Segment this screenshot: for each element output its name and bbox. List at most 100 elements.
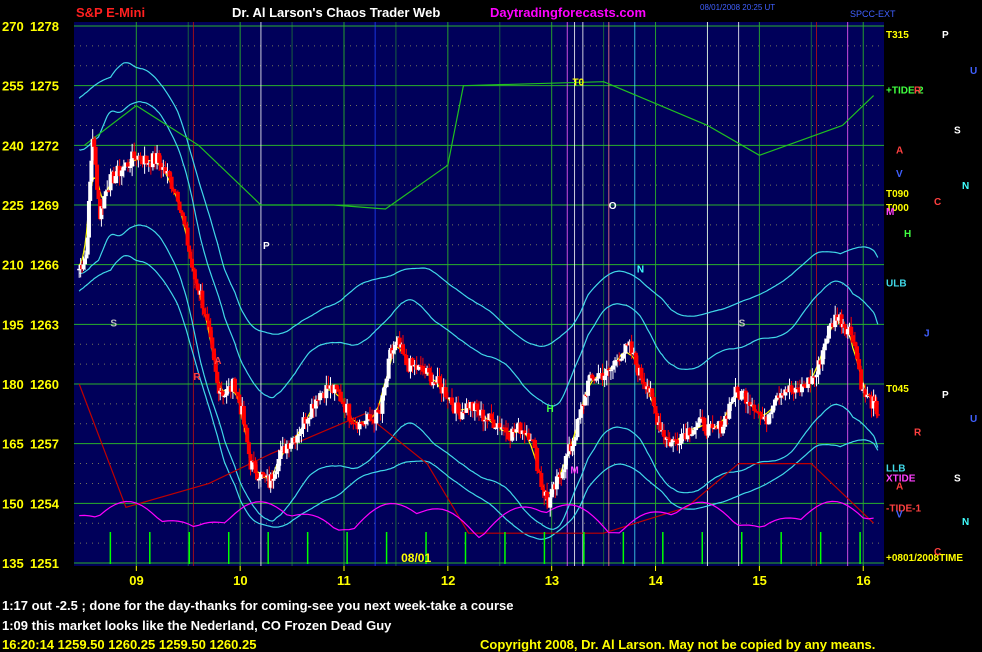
down-bar bbox=[802, 384, 807, 387]
x-tick-label: 12 bbox=[441, 573, 455, 588]
up-bar bbox=[772, 399, 777, 406]
down-bar bbox=[96, 189, 101, 200]
up-bar bbox=[295, 436, 300, 443]
up-bar bbox=[548, 497, 553, 508]
chart: 270 1278 255 1275 240 1272 225 1269 210 1266 195 12… bbox=[2, 3, 977, 592]
right-annotation: +0801/2008TIME bbox=[886, 553, 963, 564]
up-bar bbox=[386, 358, 391, 379]
up-bar bbox=[222, 395, 227, 398]
y-tick-price: 1266 bbox=[30, 258, 59, 273]
up-bar bbox=[256, 478, 261, 481]
y-tick-price: 1260 bbox=[30, 377, 59, 392]
up-bar bbox=[770, 405, 775, 413]
planet-label: C bbox=[934, 547, 941, 558]
down-bar bbox=[410, 358, 415, 366]
up-bar bbox=[814, 374, 819, 378]
up-bar bbox=[113, 176, 118, 184]
down-bar bbox=[633, 352, 638, 365]
up-bar bbox=[721, 426, 726, 434]
planet-label: A bbox=[896, 145, 903, 156]
x-tick-label: 09 bbox=[129, 573, 143, 588]
right-annotation: ULB bbox=[886, 279, 907, 290]
up-bar bbox=[88, 181, 93, 201]
up-bar bbox=[696, 422, 701, 428]
up-bar bbox=[691, 430, 696, 435]
timestamp: 08/01/2008 20:25 UT bbox=[700, 3, 775, 12]
site-link[interactable]: Daytradingforecasts.com bbox=[490, 5, 646, 20]
down-bar bbox=[338, 391, 343, 402]
up-bar bbox=[729, 401, 734, 404]
down-bar bbox=[347, 403, 352, 421]
down-bar bbox=[850, 335, 855, 342]
down-bar bbox=[629, 341, 634, 355]
planet-label: S bbox=[954, 473, 961, 484]
y-tick-price: 1269 bbox=[30, 198, 59, 213]
down-bar bbox=[334, 384, 339, 390]
down-bar bbox=[789, 385, 794, 393]
y-tick-osc: 150 bbox=[2, 496, 24, 511]
chart-marker: N bbox=[637, 265, 644, 276]
x-tick-label: 16 bbox=[856, 573, 870, 588]
down-bar bbox=[336, 389, 341, 392]
up-bar bbox=[276, 458, 281, 472]
down-bar bbox=[743, 390, 748, 404]
chart-marker: M bbox=[570, 466, 578, 477]
down-bar bbox=[169, 176, 174, 189]
up-bar bbox=[824, 338, 829, 344]
x-tick-label: 11 bbox=[337, 573, 351, 588]
down-bar bbox=[533, 440, 538, 449]
down-bar bbox=[535, 448, 540, 472]
y-tick-osc: 165 bbox=[2, 437, 24, 452]
down-bar bbox=[474, 403, 479, 411]
up-bar bbox=[278, 450, 283, 459]
down-bar bbox=[735, 386, 740, 393]
plot-area bbox=[74, 22, 884, 566]
up-bar bbox=[121, 166, 126, 171]
up-bar bbox=[820, 350, 825, 365]
up-bar bbox=[706, 424, 711, 436]
y-tick-osc: 270 bbox=[2, 19, 24, 34]
x-tick-label: 10 bbox=[233, 573, 247, 588]
down-bar bbox=[349, 420, 354, 423]
up-bar bbox=[382, 387, 387, 396]
up-bar bbox=[289, 443, 294, 449]
chart-marker: S bbox=[110, 318, 117, 329]
up-bar bbox=[610, 365, 615, 370]
planet-label: U bbox=[970, 66, 977, 77]
planet-label: V bbox=[896, 509, 903, 520]
planet-label: R bbox=[914, 428, 922, 439]
up-bar bbox=[822, 343, 827, 351]
message-line-2: 1:09 this market looks like the Nederlan… bbox=[2, 618, 392, 633]
planet-label: V bbox=[896, 169, 903, 180]
down-bar bbox=[443, 387, 448, 398]
up-bar bbox=[299, 429, 304, 435]
down-bar bbox=[157, 153, 162, 163]
right-annotation: -TIDE-1 bbox=[886, 503, 921, 514]
up-bar bbox=[363, 420, 368, 425]
up-bar bbox=[493, 427, 498, 430]
up-bar bbox=[689, 434, 694, 436]
right-annotation: T315 bbox=[886, 30, 909, 41]
y-tick-price: 1257 bbox=[30, 437, 59, 452]
up-bar bbox=[119, 170, 124, 177]
down-bar bbox=[376, 409, 381, 413]
up-bar bbox=[384, 378, 389, 388]
up-bar bbox=[766, 414, 771, 425]
chart-marker: T0 bbox=[572, 78, 584, 89]
up-bar bbox=[727, 403, 732, 419]
up-bar bbox=[514, 429, 519, 433]
chart-marker: R bbox=[193, 372, 201, 383]
up-bar bbox=[274, 471, 279, 475]
y-tick-osc: 195 bbox=[2, 317, 24, 332]
down-bar bbox=[758, 411, 763, 416]
down-bar bbox=[752, 404, 757, 411]
chart-marker: H bbox=[547, 404, 554, 415]
down-bar bbox=[504, 427, 508, 433]
down-bar bbox=[261, 472, 265, 475]
up-bar bbox=[768, 412, 773, 415]
down-bar bbox=[590, 374, 595, 379]
down-bar bbox=[855, 346, 859, 360]
planet-label: A bbox=[896, 481, 903, 492]
down-bar bbox=[859, 369, 864, 390]
chart-code: SPCC-EXT bbox=[850, 9, 896, 19]
